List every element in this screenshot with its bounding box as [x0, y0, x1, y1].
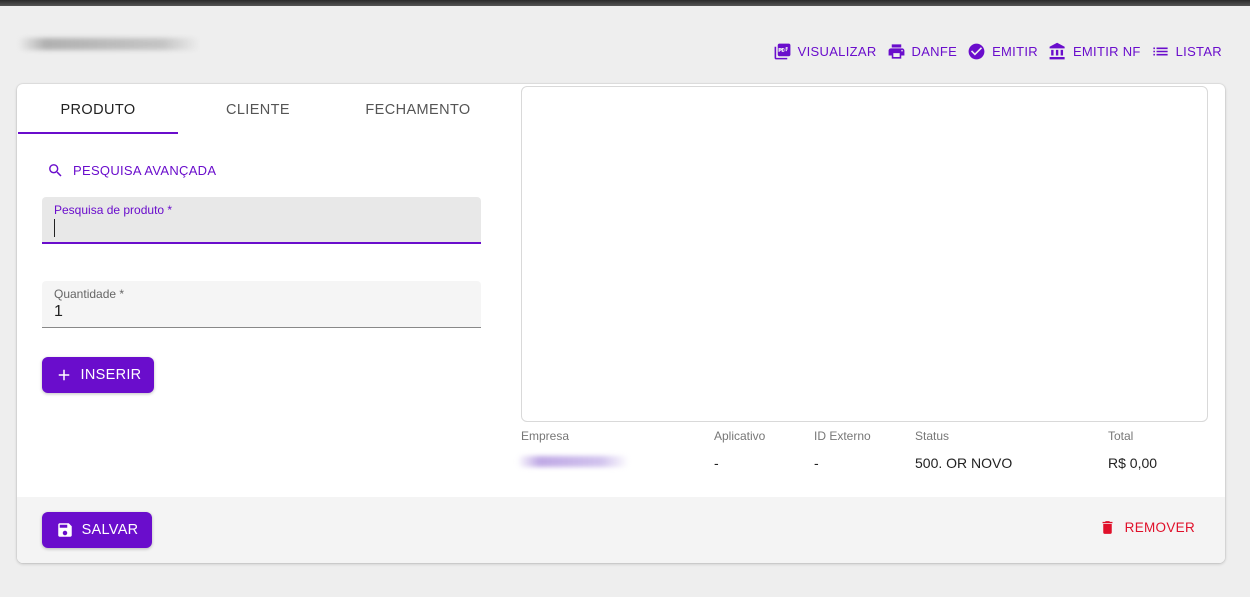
emitir-nf-button[interactable]: EMITIR NF [1048, 40, 1141, 62]
printer-icon [888, 43, 904, 59]
id-externo-header: ID Externo [814, 429, 871, 443]
blurred-empresa-value [517, 456, 629, 467]
product-search-field[interactable]: Pesquisa de produto * [42, 197, 481, 244]
trash-icon [1102, 521, 1113, 534]
danfe-label: DANFE [911, 43, 958, 59]
quantity-input[interactable]: 1 [54, 303, 63, 321]
aplicativo-header: Aplicativo [714, 429, 766, 443]
quantity-field[interactable]: Quantidade * 1 [42, 281, 481, 328]
order-card: PRODUTO CLIENTE FECHAMENTO PESQUISA AVAN… [17, 84, 1225, 563]
product-search-label: Pesquisa de produto * [54, 203, 173, 217]
quantity-label: Quantidade * [54, 287, 125, 301]
save-label: SALVAR [81, 522, 139, 538]
plus-icon [58, 369, 69, 381]
tab-bar: PRODUTO CLIENTE FECHAMENTO [18, 85, 498, 134]
remove-label: REMOVER [1124, 520, 1195, 535]
floppy-disk-icon [57, 523, 72, 537]
emitir-label: EMITIR [992, 43, 1038, 59]
insert-label: INSERIR [80, 367, 142, 383]
emitir-button[interactable]: EMITIR [967, 40, 1038, 62]
aplicativo-value: - [714, 455, 719, 471]
visualizar-button[interactable]: VISUALIZAR [773, 40, 877, 62]
remove-button[interactable]: REMOVER [1099, 519, 1195, 536]
empresa-header: Empresa [521, 429, 570, 443]
pdf-icon [774, 43, 791, 59]
advanced-search-button[interactable]: PESQUISA AVANÇADA [47, 162, 216, 179]
visualizar-label: VISUALIZAR [797, 43, 877, 59]
save-button[interactable]: SALVAR [42, 512, 152, 548]
tab-cliente[interactable]: CLIENTE [178, 85, 338, 134]
status-value: 500. OR NOVO [915, 455, 1013, 471]
listar-label: LISTAR [1175, 43, 1222, 59]
insert-button[interactable]: INSERIR [42, 357, 154, 393]
danfe-button[interactable]: DANFE [887, 40, 958, 62]
check-circle-icon [968, 43, 985, 59]
status-header: Status [915, 429, 950, 443]
total-value: R$ 0,00 [1108, 455, 1158, 471]
preview-panel [521, 86, 1208, 422]
bank-icon [1049, 42, 1065, 59]
tab-produto[interactable]: PRODUTO [18, 85, 178, 134]
card-footer: SALVAR REMOVER [17, 497, 1225, 563]
window-top-bar [0, 0, 1250, 6]
search-icon [49, 164, 62, 177]
listar-button[interactable]: LISTAR [1151, 40, 1222, 62]
id-externo-value: - [814, 455, 819, 471]
action-toolbar: VISUALIZAR DANFE EMITIR EMITIR NF LISTAR [773, 40, 1222, 62]
tab-fechamento[interactable]: FECHAMENTO [338, 85, 498, 134]
text-caret [54, 219, 55, 237]
emitir-nf-label: EMITIR NF [1072, 43, 1141, 59]
total-header: Total [1108, 429, 1134, 443]
blurred-page-title [18, 38, 200, 50]
list-icon [1153, 47, 1168, 55]
advanced-search-label: PESQUISA AVANÇADA [73, 163, 217, 178]
